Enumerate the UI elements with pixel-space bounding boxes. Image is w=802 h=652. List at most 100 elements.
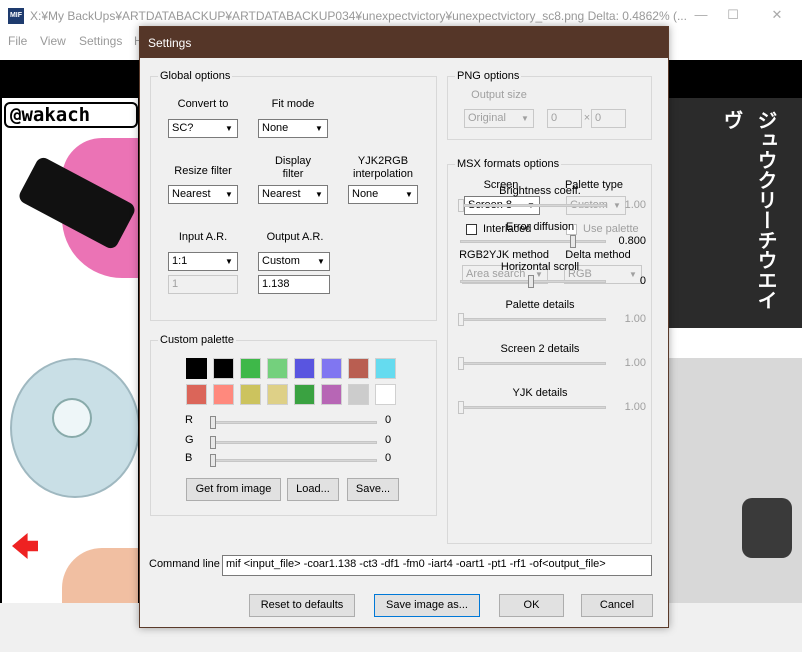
output-ar-field[interactable]: 1.138	[258, 275, 330, 294]
display-filter-select[interactable]: Nearest ▼	[258, 185, 328, 204]
global-options-label: Global options	[158, 70, 233, 82]
palette-swatch[interactable]	[321, 384, 342, 405]
horizontal-scroll-slider-thumb[interactable]	[528, 275, 534, 288]
r-label: R	[185, 414, 193, 426]
global-options-group: Global options Convert to SC? ▼ Fit mode…	[150, 70, 437, 321]
palette-swatch[interactable]	[294, 358, 315, 379]
image-arrow	[12, 533, 38, 559]
app-icon: MIF	[8, 8, 24, 24]
b-value: 0	[384, 452, 392, 464]
error-diffusion-value: 0.800	[618, 235, 646, 247]
maximize-icon[interactable]: ☐	[718, 4, 748, 26]
error-diffusion-slider-thumb[interactable]	[570, 235, 576, 248]
b-slider-thumb[interactable]	[210, 454, 216, 467]
palette-swatch[interactable]	[213, 384, 234, 405]
error-diffusion-slider-track[interactable]	[460, 240, 606, 243]
image-hand	[62, 548, 138, 603]
input-ar-field: 1	[168, 275, 238, 294]
chevron-down-icon: ▼	[225, 124, 233, 133]
output-ar-value: Custom	[262, 255, 300, 267]
save-image-button[interactable]: Save image as...	[374, 594, 480, 617]
screen2-details-slider-thumb	[458, 357, 464, 370]
palette-swatch[interactable]	[240, 384, 261, 405]
output-height-field: 0	[591, 109, 626, 128]
b-label: B	[185, 452, 193, 464]
convert-to-select[interactable]: SC? ▼	[168, 119, 238, 138]
command-line-label: Command line	[149, 558, 220, 570]
settings-dialog: Settings Global options Convert to SC? ▼…	[139, 26, 669, 628]
menu-file[interactable]: File	[8, 34, 27, 48]
output-size-select: Original ▼	[464, 109, 534, 128]
r-slider-track[interactable]	[212, 421, 377, 424]
palette-swatch[interactable]	[375, 358, 396, 379]
close-icon[interactable]: ✕	[762, 4, 792, 26]
yjk-details-label: YJK details	[512, 387, 568, 399]
cancel-button[interactable]: Cancel	[581, 594, 653, 617]
get-from-image-button[interactable]: Get from image	[186, 478, 281, 501]
reset-to-defaults-button[interactable]: Reset to defaults	[249, 594, 355, 617]
menu-settings[interactable]: Settings	[79, 34, 122, 48]
command-line-field[interactable]: mif <input_file> -coar1.138 -ct3 -df1 -f…	[222, 555, 652, 576]
g-slider-track[interactable]	[212, 441, 377, 444]
input-ar-label: Input A.R.	[178, 231, 228, 243]
fit-mode-select[interactable]: None ▼	[258, 119, 328, 138]
horizontal-scroll-value: 0	[639, 275, 646, 287]
output-ar-label: Output A.R.	[266, 231, 324, 243]
yjk2rgb-select[interactable]: None ▼	[348, 185, 418, 204]
r-slider-thumb[interactable]	[210, 416, 216, 429]
palette-swatch[interactable]	[348, 358, 369, 379]
palette-swatch[interactable]	[240, 358, 261, 379]
brightness-coeff-value: 1.00	[624, 199, 646, 211]
b-slider-track[interactable]	[212, 459, 377, 462]
msx-options-label: MSX formats options	[455, 158, 562, 170]
input-ar-value: 1:1	[172, 255, 188, 267]
resize-filter-label: Resize filter	[174, 165, 232, 177]
output-ar-select[interactable]: Custom ▼	[258, 252, 330, 271]
msx-options-group: MSX formats options Screen Screen 8 ▼ Pa…	[447, 158, 652, 544]
palette-swatch[interactable]	[213, 358, 234, 379]
save-palette-button[interactable]: Save...	[347, 478, 399, 501]
dialog-title: Settings	[148, 36, 192, 50]
minimize-icon[interactable]: —	[686, 4, 716, 26]
error-diffusion-label: Error diffusion	[505, 221, 575, 233]
image-right-part: ジュウクリーチウエイヴ	[668, 98, 802, 603]
palette-swatch[interactable]	[267, 384, 288, 405]
palette-details-value: 1.00	[624, 313, 646, 325]
dialog-titlebar: Settings	[140, 27, 668, 58]
menu-view[interactable]: View	[40, 34, 66, 48]
screen2-details-label: Screen 2 details	[500, 343, 580, 355]
resize-filter-select[interactable]: Nearest ▼	[168, 185, 238, 204]
palette-swatch[interactable]	[348, 384, 369, 405]
yjk-details-slider-thumb	[458, 401, 464, 414]
load-palette-button[interactable]: Load...	[287, 478, 339, 501]
palette-swatch[interactable]	[294, 384, 315, 405]
chevron-down-icon: ▼	[521, 114, 529, 123]
palette-swatch[interactable]	[186, 358, 207, 379]
palette-details-slider-track	[460, 318, 606, 321]
r-value: 0	[384, 414, 392, 426]
palette-swatch[interactable]	[321, 358, 342, 379]
custom-palette-label: Custom palette	[158, 334, 236, 346]
brightness-coeff-label: Brightness coeff.	[499, 185, 581, 197]
palette-swatch[interactable]	[267, 358, 288, 379]
image-button	[742, 498, 792, 558]
image-fan-hub	[52, 398, 92, 438]
image-device	[668, 358, 802, 603]
output-size-label: Output size	[471, 89, 527, 101]
screen2-details-slider-track	[460, 362, 606, 365]
output-size-value: Original	[468, 112, 506, 124]
g-slider-thumb[interactable]	[210, 436, 216, 449]
custom-palette-group: Custom palette R 0 G 0 B 0 Get from imag…	[150, 334, 437, 516]
chevron-down-icon: ▼	[225, 190, 233, 199]
palette-swatch[interactable]	[375, 384, 396, 405]
image-jp-text: ジュウクリーチウエイヴ	[720, 110, 776, 310]
chevron-down-icon: ▼	[317, 257, 325, 266]
g-value: 0	[384, 434, 392, 446]
input-ar-select[interactable]: 1:1 ▼	[168, 252, 238, 271]
yjk2rgb-label: YJK2RGB interpolation	[353, 155, 413, 180]
times-sign: ×	[583, 112, 591, 124]
png-options-label: PNG options	[455, 70, 522, 82]
yjk2rgb-value: None	[352, 188, 379, 200]
ok-button[interactable]: OK	[499, 594, 564, 617]
palette-swatch[interactable]	[186, 384, 207, 405]
